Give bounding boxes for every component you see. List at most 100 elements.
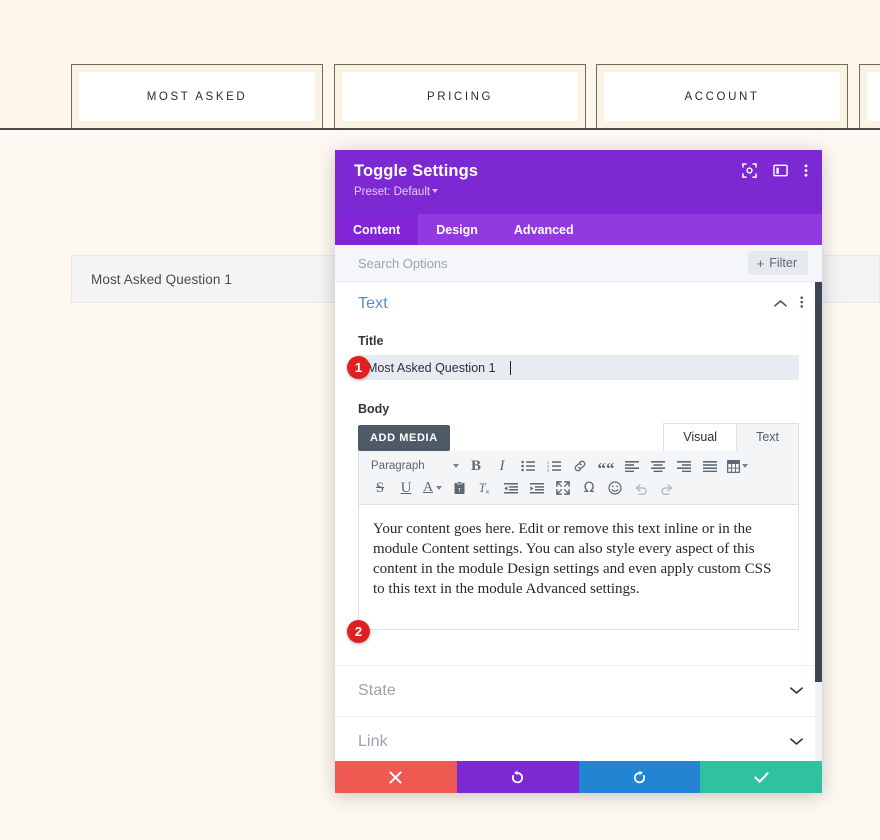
bg-tab-inner: ACCOUNT: [604, 72, 840, 121]
modal-scroll-area: Text Title 1 Most Asked Question 1 Body …: [335, 282, 822, 761]
section-header-state[interactable]: State: [335, 665, 822, 716]
undo-icon: [512, 770, 524, 783]
fullscreen-icon[interactable]: [550, 477, 576, 499]
chevron-up-icon[interactable]: [773, 295, 787, 313]
redo-icon: [633, 770, 645, 783]
redo-icon[interactable]: [654, 477, 680, 499]
undo-button[interactable]: [456, 761, 579, 793]
modal-header: Toggle Settings Preset: Default: [335, 150, 822, 214]
modal-scrollbar-track[interactable]: [815, 282, 822, 761]
align-justify-icon[interactable]: [697, 455, 723, 477]
bullet-list-icon[interactable]: [515, 455, 541, 477]
chevron-down-icon: [742, 464, 748, 468]
accordion-row-label: Most Asked Question 1: [91, 271, 232, 287]
italic-icon[interactable]: I: [489, 455, 515, 477]
chevron-down-icon: [436, 486, 443, 490]
title-field-label: Title: [358, 334, 384, 348]
wp-editor: Paragraph B I 1 2 3 ““ S U A T T x Ω You…: [358, 451, 799, 630]
more-vertical-icon[interactable]: [804, 163, 808, 178]
undo-icon[interactable]: [628, 477, 654, 499]
badge-2: 2: [347, 620, 370, 643]
chevron-down-icon: [432, 189, 439, 193]
title-input-wrap: 1: [347, 355, 799, 380]
clear-formatting-icon[interactable]: T x: [472, 477, 498, 499]
svg-text:T: T: [457, 488, 461, 494]
section-title-link: Link: [358, 733, 388, 750]
table-icon[interactable]: [723, 455, 752, 477]
paragraph-format-label: Paragraph: [371, 460, 425, 472]
align-left-icon[interactable]: [619, 455, 645, 477]
text-caret: [510, 361, 511, 375]
plus-icon: +: [756, 255, 765, 271]
bg-tab-label: MOST ASKED: [146, 90, 248, 103]
modal-preset-selector[interactable]: Preset: Default: [354, 185, 806, 199]
strikethrough-icon[interactable]: S: [367, 477, 393, 499]
modal-body: Text Title 1 Most Asked Question 1 Body …: [335, 282, 822, 761]
search-input[interactable]: [358, 255, 748, 271]
editor-toolbar-row-2: S U A T T x Ω: [367, 477, 794, 499]
svg-text:3: 3: [547, 467, 550, 472]
bg-tab-label: ACCOUNT: [684, 90, 760, 103]
paste-as-text-icon[interactable]: T: [446, 477, 472, 499]
indent-icon[interactable]: [524, 477, 550, 499]
special-character-icon[interactable]: Ω: [576, 477, 602, 499]
editor-topbar: ADD MEDIA Visual Text: [358, 423, 799, 451]
bg-tab-most-asked[interactable]: MOST ASKED: [71, 64, 323, 128]
modal-preset-label: Preset: Default: [354, 186, 431, 198]
modal-scrollbar-thumb[interactable]: [815, 282, 822, 682]
toggle-settings-modal: Toggle Settings Preset: Default Content …: [335, 150, 822, 793]
section-header-link[interactable]: Link: [335, 716, 822, 761]
add-media-button[interactable]: ADD MEDIA: [358, 425, 450, 451]
link-icon[interactable]: [567, 455, 593, 477]
title-input[interactable]: [358, 355, 799, 380]
text-color-icon[interactable]: A: [419, 477, 446, 499]
bg-tab-inner: MOST ASKED: [79, 72, 315, 121]
editor-mode-tabs: Visual Text: [663, 423, 799, 451]
blockquote-icon[interactable]: ““: [593, 452, 619, 480]
bold-icon[interactable]: B: [463, 455, 489, 477]
close-icon: [389, 770, 402, 784]
svg-text:x: x: [486, 489, 490, 495]
align-center-icon[interactable]: [645, 455, 671, 477]
layout-panel-icon[interactable]: [773, 163, 788, 178]
modal-footer-actions: [335, 761, 822, 793]
editor-toolbar: Paragraph B I 1 2 3 ““ S U A T T x Ω: [359, 451, 798, 505]
bg-tab-pricing[interactable]: PRICING: [334, 64, 586, 128]
underline-icon[interactable]: U: [393, 477, 419, 499]
tab-advanced[interactable]: Advanced: [496, 214, 592, 245]
editor-mode-visual[interactable]: Visual: [663, 423, 738, 451]
tab-design[interactable]: Design: [418, 214, 496, 245]
bg-tab-label: PRICING: [426, 90, 494, 103]
emoji-icon[interactable]: [602, 477, 628, 499]
save-button[interactable]: [700, 761, 822, 793]
faq-tabs-strip: MOST ASKED PRICING ACCOUNT: [0, 0, 880, 130]
cancel-button[interactable]: [335, 761, 457, 793]
outdent-icon[interactable]: [498, 477, 524, 499]
editor-content-area[interactable]: Your content goes here. Edit or remove t…: [359, 505, 798, 629]
editor-body-paragraph: Your content goes here. Edit or remove t…: [373, 521, 772, 597]
filter-button-label: Filter: [769, 256, 797, 270]
paragraph-format-select[interactable]: Paragraph: [367, 455, 463, 477]
tab-content[interactable]: Content: [335, 214, 419, 245]
section-header-text[interactable]: Text: [335, 282, 822, 326]
focus-target-icon[interactable]: [742, 163, 757, 178]
redo-button[interactable]: [578, 761, 701, 793]
body-field-block: Body: [335, 402, 822, 416]
numbered-list-icon[interactable]: 1 2 3: [541, 455, 567, 477]
more-vertical-icon[interactable]: [799, 295, 804, 314]
section-title-state: State: [358, 682, 396, 699]
chevron-down-icon[interactable]: [790, 682, 803, 700]
bg-tab-inner: PRICING: [342, 72, 578, 121]
badge-1: 1: [347, 356, 370, 379]
align-right-icon[interactable]: [671, 455, 697, 477]
filter-button[interactable]: + Filter: [747, 251, 808, 275]
bg-tab-account[interactable]: ACCOUNT: [596, 64, 848, 128]
modal-header-icons: [742, 163, 808, 178]
chevron-down-icon[interactable]: [790, 733, 803, 751]
bg-tab-partial[interactable]: [859, 64, 880, 128]
chevron-down-icon: [453, 464, 459, 468]
section-title-text: Text: [358, 295, 388, 312]
search-options-row: + Filter: [335, 245, 822, 282]
editor-mode-text[interactable]: Text: [736, 423, 799, 451]
editor-toolbar-row-1: Paragraph B I 1 2 3 ““: [367, 455, 794, 477]
